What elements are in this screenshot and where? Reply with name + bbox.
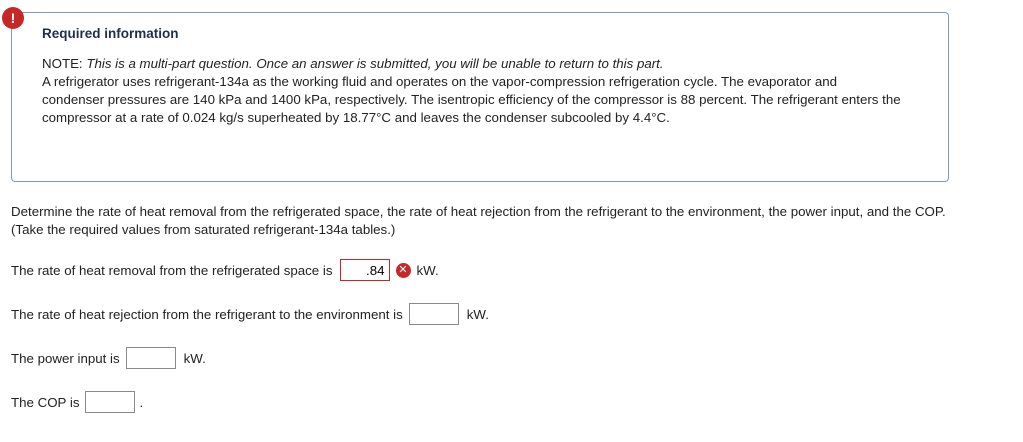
cop-unit: . <box>139 394 144 410</box>
problem-statement: NOTE: This is a multi-part question. Onc… <box>42 55 902 127</box>
heat-removal-row: The rate of heat removal from the refrig… <box>11 259 439 281</box>
x-circle-icon: ✕ <box>395 262 411 278</box>
power-input-field[interactable] <box>125 347 176 369</box>
cop-input[interactable] <box>85 391 136 413</box>
exclamation-icon: ! <box>2 7 24 29</box>
heat-rejection-input[interactable] <box>408 303 459 325</box>
question-text: Determine the rate of heat removal from … <box>11 204 946 237</box>
required-information-title: Required information <box>42 26 179 41</box>
power-input-unit: kW. <box>183 350 206 366</box>
cop-row: The COP is . <box>11 391 143 413</box>
power-input-label: The power input is <box>11 350 120 366</box>
power-input-row: The power input is kW. <box>11 347 206 369</box>
note-label: NOTE: <box>42 56 83 71</box>
heat-rejection-unit: kW. <box>466 306 489 322</box>
heat-removal-input[interactable] <box>339 259 390 281</box>
heat-removal-label: The rate of heat removal from the refrig… <box>11 262 333 278</box>
heat-rejection-row: The rate of heat rejection from the refr… <box>11 303 489 325</box>
problem-body: A refrigerator uses refrigerant-134a as … <box>42 74 901 125</box>
note-text: This is a multi-part question. Once an a… <box>86 56 664 71</box>
cop-label: The COP is <box>11 394 80 410</box>
heat-rejection-label: The rate of heat rejection from the refr… <box>11 306 403 322</box>
heat-removal-unit: kW. <box>416 262 439 278</box>
